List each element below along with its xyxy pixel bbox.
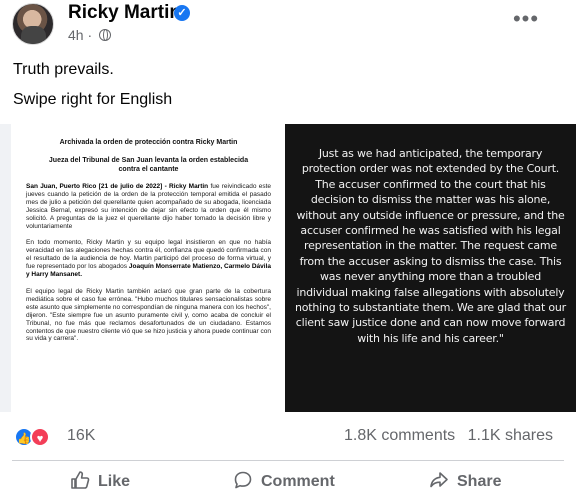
post-text-line-1: Truth prevails.	[13, 61, 114, 78]
share-button[interactable]: Share	[429, 466, 501, 498]
author-name[interactable]: Ricky Martin	[68, 2, 181, 24]
post-header: Ricky Martin ✓ 4h · •••	[0, 0, 576, 50]
share-label: Share	[457, 473, 502, 490]
like-button[interactable]: Like	[70, 466, 130, 498]
action-bar: Like Comment Share	[0, 462, 576, 500]
comments-count[interactable]: 1.8K comments	[344, 427, 455, 444]
love-icon: ♥	[30, 427, 50, 447]
doc-paragraph-3: El equipo legal de Ricky Martin también …	[26, 287, 271, 343]
engagement-counts: 1.8K comments 1.1K shares	[336, 427, 553, 445]
doc-paragraph-2: En todo momento, Ricky Martin y su equip…	[26, 239, 271, 279]
more-options-button[interactable]: •••	[508, 6, 544, 38]
doc-paragraph-1: San Juan, Puerto Rico [21 de julio de 20…	[26, 183, 271, 230]
statement-text: Just as we had anticipated, the temporar…	[294, 147, 567, 345]
globe-icon[interactable]	[99, 29, 112, 41]
like-label: Like	[98, 473, 131, 490]
doc-dateline: San Juan, Puerto Rico [21 de julio de 20…	[26, 183, 209, 190]
doc-title: Archivada la orden de protección contra …	[59, 139, 238, 146]
post-meta: 4h ·	[68, 27, 112, 43]
comment-button[interactable]: Comment	[233, 466, 335, 498]
verified-icon: ✓	[174, 5, 190, 21]
post-time[interactable]: 4h	[68, 27, 84, 43]
meta-separator: ·	[87, 27, 93, 43]
post-text-line-2: Swipe right for English	[13, 91, 173, 108]
share-icon	[430, 472, 448, 488]
comment-label: Comment	[261, 473, 335, 490]
divider	[12, 460, 564, 461]
thumbs-up-icon	[71, 471, 90, 489]
doc-subtitle: Jueza del Tribunal de San Juan levanta l…	[48, 157, 249, 173]
avatar[interactable]	[12, 3, 54, 45]
press-release-image[interactable]: Archivada la orden de protección contra …	[11, 124, 285, 412]
doc-paragraph-1-text: fue reivindicado este jueves cuando la p…	[26, 183, 271, 230]
reactions-count[interactable]: 16K	[67, 427, 95, 445]
comment-icon	[234, 471, 252, 489]
english-statement-image[interactable]: Just as we had anticipated, the temporar…	[285, 124, 576, 412]
shares-count[interactable]: 1.1K shares	[468, 427, 553, 444]
post-media-carousel[interactable]: Archivada la orden de protección contra …	[0, 124, 576, 412]
